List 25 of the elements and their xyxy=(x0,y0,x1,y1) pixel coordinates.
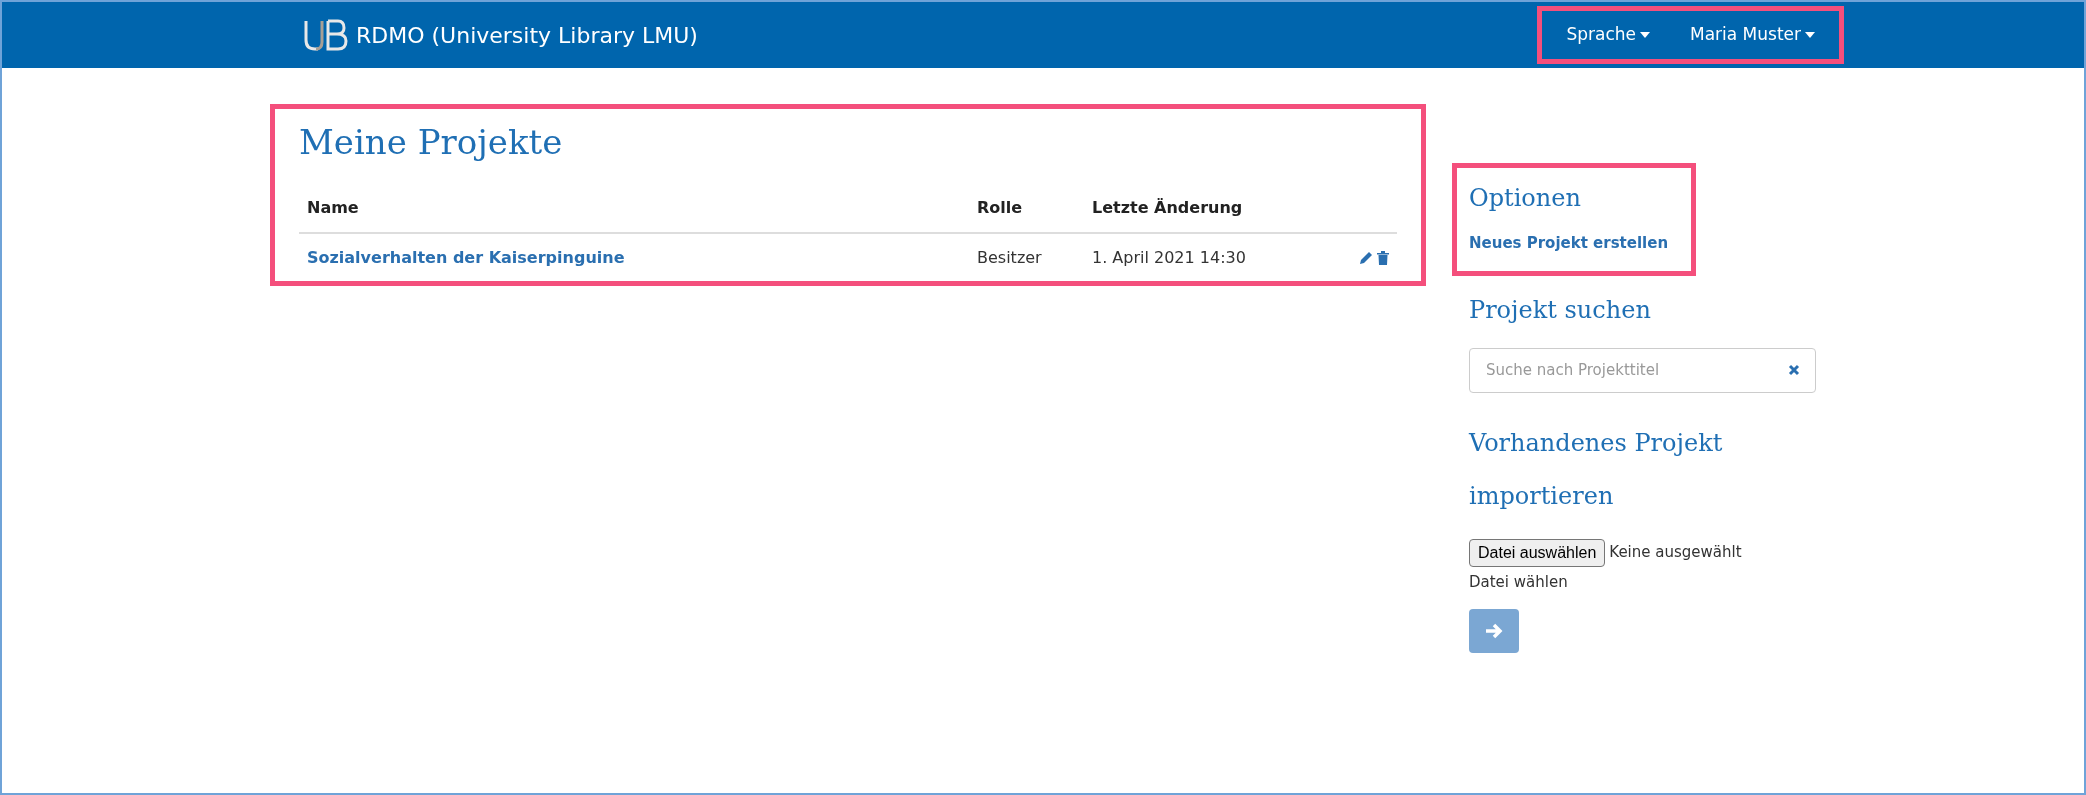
create-project-link[interactable]: Neues Projekt erstellen xyxy=(1469,232,1679,255)
date-cell: 1. April 2021 14:30 xyxy=(1092,248,1246,267)
section-title: Projekt suchen xyxy=(1469,294,1652,326)
pencil-icon[interactable] xyxy=(1359,251,1373,265)
role-cell: Besitzer xyxy=(977,248,1042,267)
column-header: Letzte Änderung xyxy=(1092,198,1243,217)
dropdown-menu[interactable]: Maria Muster xyxy=(1689,22,1815,48)
column-header: Rolle xyxy=(977,198,1023,217)
caret-icon xyxy=(1639,32,1650,38)
caret-icon xyxy=(1805,32,1815,38)
column-header: Name xyxy=(307,198,359,217)
page-title: Meine Projekte xyxy=(299,121,564,164)
file-status-text: Keine ausgewählt xyxy=(1609,542,1742,564)
dropdown-menu[interactable]: Sprache xyxy=(1566,22,1650,48)
trash-icon[interactable] xyxy=(1377,251,1389,265)
brand-link[interactable]: RDMO (University Library LMU) xyxy=(356,18,698,52)
arrow-right-icon xyxy=(1485,623,1503,639)
project-link[interactable]: Sozialverhalten der Kaiserpinguine xyxy=(307,248,625,267)
file-choose-button[interactable]: Datei auswählen xyxy=(1469,538,1606,567)
search-field[interactable]: Suche nach Projekttitel xyxy=(1469,347,1816,393)
clear-icon[interactable] xyxy=(1788,363,1800,376)
file-hint-text: Datei wählen xyxy=(1469,571,1569,593)
section-title: Optionen xyxy=(1469,183,1582,214)
logo-icon xyxy=(302,18,348,52)
section-title: Vorhandenes Projekt importieren xyxy=(1469,427,1724,512)
